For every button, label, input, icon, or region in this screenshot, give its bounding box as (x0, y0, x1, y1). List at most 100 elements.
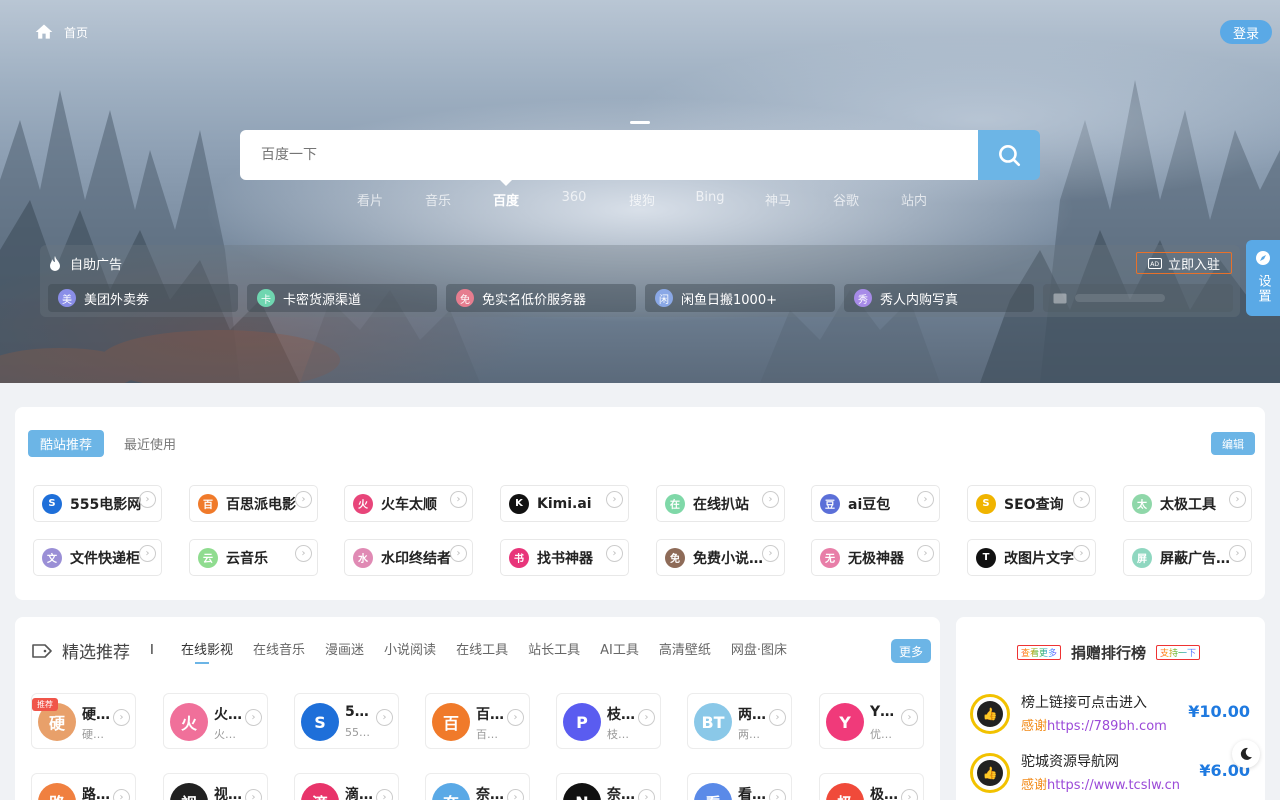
ranking-url[interactable]: https://789bh.com (1047, 719, 1167, 734)
ranking-site-name[interactable]: 榜上链接可点击进入 (1021, 692, 1147, 712)
featured-site-tile[interactable]: 奈奈…› (425, 773, 530, 800)
quick-link-tile[interactable]: 免免费小说… › (656, 539, 785, 576)
ranking-url[interactable]: https://www.tcslw.cn (1047, 778, 1180, 793)
tab-recommended[interactable]: 酷站推荐 (28, 430, 105, 457)
arrow-right-icon[interactable]: › (376, 789, 393, 800)
quick-link-tile[interactable]: 书找书神器 › (500, 539, 629, 576)
quick-link-tile[interactable]: 在在线扒站 › (656, 485, 785, 522)
featured-site-tile[interactable]: 百百… 百… › (425, 693, 530, 749)
arrow-right-icon[interactable]: › (917, 545, 934, 562)
ad-slot-empty[interactable] (1043, 284, 1233, 312)
arrow-right-icon[interactable]: › (450, 491, 467, 508)
arrow-right-icon[interactable]: › (1073, 545, 1090, 562)
quick-link-tile[interactable]: 火火车太顺 › (344, 485, 473, 522)
search-input[interactable] (240, 130, 978, 180)
arrow-right-icon[interactable]: › (1229, 545, 1246, 562)
arrow-right-icon[interactable]: › (762, 545, 779, 562)
quick-link-tile[interactable]: 无无极神器 › (811, 539, 940, 576)
settings-side-tab[interactable]: 设置 (1246, 240, 1280, 316)
featured-tab[interactable]: 网盘·图床 (721, 641, 797, 663)
arrow-right-icon[interactable]: › (507, 789, 524, 800)
arrow-right-icon[interactable]: › (245, 709, 262, 726)
ranking-row[interactable]: 👍 驼城资源导航网 感谢https://www.tcslw.cn ¥6.00 (970, 751, 1256, 795)
engine-tab-360[interactable]: 360 (540, 190, 608, 212)
more-button[interactable]: 更多 (891, 639, 931, 663)
arrow-right-icon[interactable]: › (139, 545, 156, 562)
featured-site-tile[interactable]: 滴滴…› (294, 773, 399, 800)
ranking-row[interactable]: 👍 榜上链接可点击进入 感谢https://789bh.com ¥10.00 (970, 692, 1256, 736)
featured-tab[interactable]: 高清壁纸 (649, 641, 721, 663)
featured-site-tile[interactable]: 路路…› (31, 773, 136, 800)
arrow-right-icon[interactable]: › (450, 545, 467, 562)
arrow-right-icon[interactable]: › (769, 789, 786, 800)
featured-tab[interactable]: 在线音乐 (243, 641, 315, 663)
arrow-right-icon[interactable]: › (295, 545, 312, 562)
arrow-right-icon[interactable]: › (376, 709, 393, 726)
arrow-right-icon[interactable]: › (113, 709, 130, 726)
arrow-right-icon[interactable]: › (917, 491, 934, 508)
tab-recent[interactable]: 最近使用 (112, 430, 188, 457)
ad-item[interactable]: 秀秀人内购写真 (844, 284, 1034, 312)
edit-button[interactable]: 编辑 (1211, 432, 1255, 455)
engine-tab-baidu[interactable]: 百度 (472, 178, 540, 212)
quick-link-tile[interactable]: 屏屏蔽广告… › (1123, 539, 1252, 576)
arrow-right-icon[interactable]: › (769, 709, 786, 726)
search-button[interactable] (978, 130, 1040, 180)
arrow-right-icon[interactable]: › (1229, 491, 1246, 508)
engine-tab-bing[interactable]: Bing (676, 190, 744, 212)
quick-link-tile[interactable]: 水水印终结者 › (344, 539, 473, 576)
arrow-right-icon[interactable]: › (901, 789, 918, 800)
ranking-site-name[interactable]: 驼城资源导航网 (1021, 751, 1119, 771)
arrow-right-icon[interactable]: › (245, 789, 262, 800)
quick-link-tile[interactable]: 太太极工具 › (1123, 485, 1252, 522)
featured-tab[interactable]: AI工具 (590, 641, 649, 663)
featured-site-tile[interactable]: 看看…› (687, 773, 792, 800)
arrow-right-icon[interactable]: › (606, 545, 623, 562)
featured-site-tile[interactable]: Y Y… 优… › (819, 693, 924, 749)
arrow-right-icon[interactable]: › (638, 789, 655, 800)
quick-link-tile[interactable]: 百百思派电影 › (189, 485, 318, 522)
featured-tab[interactable]: 在线影视 (171, 641, 243, 664)
quick-link-tile[interactable]: K Kimi.ai › (500, 485, 629, 522)
ad-join-button[interactable]: AD 立即入驻 (1136, 252, 1232, 274)
featured-site-tile[interactable]: P 枝… 枝… › (556, 693, 661, 749)
engine-tab-site[interactable]: 站内 (880, 190, 948, 212)
featured-tab[interactable]: 站长工具 (518, 641, 590, 663)
featured-site-tile[interactable]: 视视…› (163, 773, 268, 800)
engine-tab-sogou[interactable]: 搜狗 (608, 190, 676, 212)
featured-site-tile[interactable]: S 5… 55… › (294, 693, 399, 749)
quick-link-tile[interactable]: S SEO查询 › (967, 485, 1096, 522)
featured-tab[interactable]: 漫画迷 (315, 641, 374, 663)
featured-tab[interactable]: 小说阅读 (374, 641, 446, 663)
arrow-right-icon[interactable]: › (507, 709, 524, 726)
view-more-tag[interactable]: 查看更多 (1017, 645, 1062, 660)
arrow-right-icon[interactable]: › (139, 491, 156, 508)
quick-link-tile[interactable]: 豆 ai豆包 › (811, 485, 940, 522)
support-tag[interactable]: 支持一下 (1156, 645, 1201, 660)
ad-item[interactable]: 卡卡密货源渠道 (247, 284, 437, 312)
ad-item[interactable]: 闲闲鱼日搬1000+ (645, 284, 835, 312)
quick-link-tile[interactable]: 云云音乐 › (189, 539, 318, 576)
arrow-right-icon[interactable]: › (638, 709, 655, 726)
home-link[interactable]: 首页 (34, 22, 88, 42)
arrow-right-icon[interactable]: › (762, 491, 779, 508)
arrow-right-icon[interactable]: › (113, 789, 130, 800)
quick-link-tile[interactable]: S 555电影网 › (33, 485, 162, 522)
ad-item[interactable]: 免免实名低价服务器 (446, 284, 636, 312)
arrow-right-icon[interactable]: › (295, 491, 312, 508)
featured-site-tile[interactable]: BT 两… 两… › (687, 693, 792, 749)
featured-site-tile[interactable]: 极极…› (819, 773, 924, 800)
engine-tab-shenma[interactable]: 神马 (744, 190, 812, 212)
login-button[interactable]: 登录 (1220, 20, 1272, 44)
dark-mode-toggle[interactable] (1232, 740, 1260, 768)
arrow-right-icon[interactable]: › (901, 709, 918, 726)
ad-item[interactable]: 美美团外卖劵 (48, 284, 238, 312)
arrow-right-icon[interactable]: › (606, 491, 623, 508)
arrow-right-icon[interactable]: › (1073, 491, 1090, 508)
engine-tab-music[interactable]: 音乐 (404, 190, 472, 212)
engine-tab-kanpian[interactable]: 看片 (336, 190, 404, 212)
engine-tab-google[interactable]: 谷歌 (812, 190, 880, 212)
quick-link-tile[interactable]: T 改图片文字 › (967, 539, 1096, 576)
featured-tab[interactable]: 在线工具 (446, 641, 518, 663)
quick-link-tile[interactable]: 文文件快递柜 › (33, 539, 162, 576)
